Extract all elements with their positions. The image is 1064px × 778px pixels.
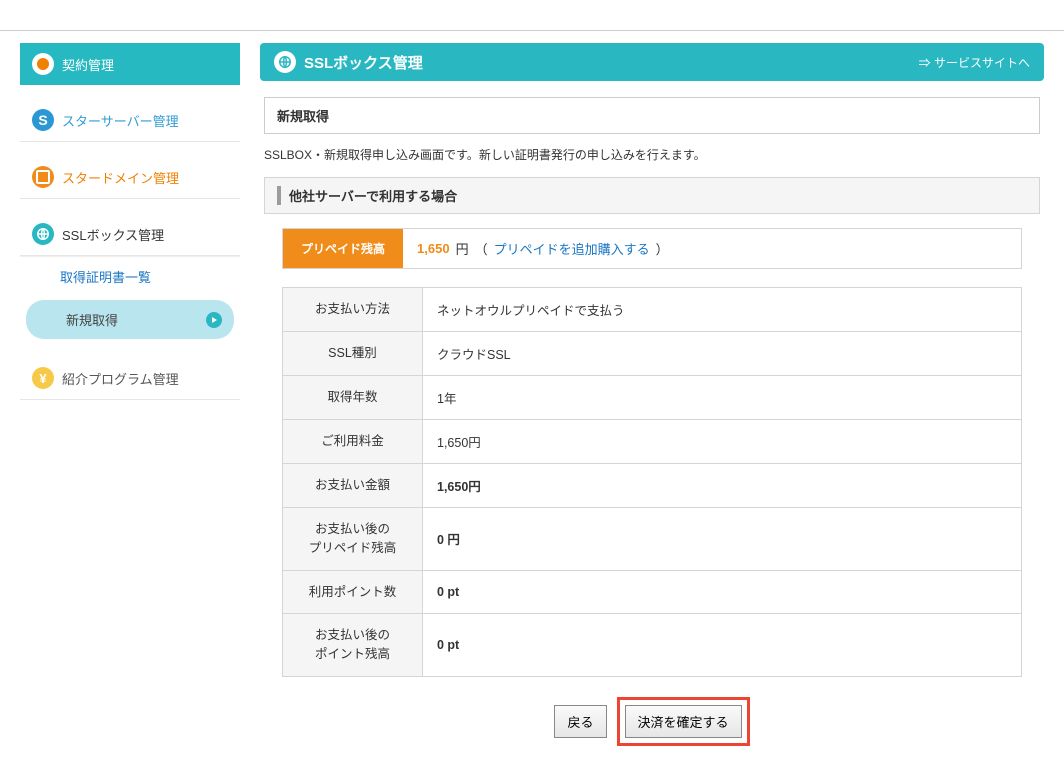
button-row: 戻る 決済を確定する [282, 697, 1022, 746]
paren-right: ） [656, 239, 669, 258]
td-ssl-type: クラウドSSL [423, 332, 1022, 376]
th-pay-amount: お支払い金額 [283, 464, 423, 508]
prepaid-balance-box: プリペイド残高 1,650 円 （ プリペイドを追加購入する ） [282, 228, 1022, 269]
th-after-points: お支払い後の ポイント残高 [283, 614, 423, 677]
sslbox-icon [32, 223, 54, 245]
table-row: お支払い方法 ネットオウルプリペイドで支払う [283, 288, 1022, 332]
content-box-title: 新規取得 [264, 97, 1040, 134]
td-pay-method: ネットオウルプリペイドで支払う [423, 288, 1022, 332]
td-after-points: 0 pt [423, 614, 1022, 677]
prepaid-amount: 1,650 [417, 241, 450, 256]
back-button[interactable]: 戻る [554, 705, 606, 738]
th-pay-method: お支払い方法 [283, 288, 423, 332]
sidebar-item-stardomain[interactable]: スタードメイン管理 [20, 156, 240, 199]
detail-table: お支払い方法 ネットオウルプリペイドで支払う SSL種別 クラウドSSL 取得年… [282, 287, 1022, 677]
paren-left: （ [475, 239, 488, 258]
contract-icon [32, 53, 54, 75]
td-after-prepaid: 0 円 [423, 508, 1022, 571]
sidebar-item-starserver[interactable]: S スターサーバー管理 [20, 99, 240, 142]
table-row: 取得年数 1年 [283, 376, 1022, 420]
table-row: お支払い金額 1,650円 [283, 464, 1022, 508]
sidebar-label: スターサーバー管理 [62, 111, 179, 130]
th-after-prepaid: お支払い後の プリペイド残高 [283, 508, 423, 571]
main-content: SSLボックス管理 ⇒ サービスサイトへ 新規取得 SSLBOX・新規取得申し込… [260, 43, 1044, 766]
table-row: お支払い後の ポイント残高 0 pt [283, 614, 1022, 677]
sidebar-item-referral[interactable]: 紹介プログラム管理 [20, 357, 240, 400]
sub-label: 新規取得 [66, 310, 118, 329]
table-row: お支払い後の プリペイド残高 0 円 [283, 508, 1022, 571]
sidebar-sub-cert-list[interactable]: 取得証明書一覧 [20, 256, 240, 296]
sidebar-label: スタードメイン管理 [62, 168, 179, 187]
table-row: ご利用料金 1,650円 [283, 420, 1022, 464]
section-title-bar: 他社サーバーで利用する場合 [264, 177, 1040, 214]
sidebar-subitems: 取得証明書一覧 新規取得 [20, 256, 240, 339]
description-text: SSLBOX・新規取得申し込み画面です。新しい証明書発行の申し込みを行えます。 [264, 146, 1040, 163]
table-row: SSL種別 クラウドSSL [283, 332, 1022, 376]
sidebar-item-contract[interactable]: 契約管理 [20, 43, 240, 85]
table-row: 利用ポイント数 0 pt [283, 570, 1022, 614]
service-site-link[interactable]: ⇒ サービスサイトへ [919, 54, 1030, 71]
prepaid-purchase-link[interactable]: プリペイドを追加購入する [494, 239, 650, 258]
page-title: SSLボックス管理 [304, 52, 423, 73]
th-use-points: 利用ポイント数 [283, 570, 423, 614]
th-ssl-type: SSL種別 [283, 332, 423, 376]
prepaid-label: プリペイド残高 [283, 229, 403, 268]
confirm-button[interactable]: 決済を確定する [625, 705, 742, 738]
td-fee: 1,650円 [423, 420, 1022, 464]
sidebar-label: 紹介プログラム管理 [62, 369, 179, 388]
confirm-highlight: 決済を確定する [617, 697, 750, 746]
td-years: 1年 [423, 376, 1022, 420]
section-title: 他社サーバーで利用する場合 [277, 186, 1027, 205]
starserver-icon: S [32, 109, 54, 131]
sub-label: 取得証明書一覧 [60, 267, 151, 286]
td-use-points: 0 pt [423, 570, 1022, 614]
td-pay-amount: 1,650円 [423, 464, 1022, 508]
sidebar-label: SSLボックス管理 [62, 225, 164, 244]
prepaid-unit: 円 [456, 239, 469, 258]
page-header: SSLボックス管理 ⇒ サービスサイトへ [260, 43, 1044, 81]
sidebar-sub-new[interactable]: 新規取得 [26, 300, 234, 339]
globe-icon [274, 51, 296, 73]
th-fee: ご利用料金 [283, 420, 423, 464]
arrow-right-icon [206, 312, 222, 328]
sidebar: 契約管理 S スターサーバー管理 スタードメイン管理 SSLボックス管理 取得証… [20, 43, 240, 766]
referral-icon [32, 367, 54, 389]
stardomain-icon [32, 166, 54, 188]
sidebar-label: 契約管理 [62, 55, 114, 74]
sidebar-item-sslbox[interactable]: SSLボックス管理 [20, 213, 240, 256]
th-years: 取得年数 [283, 376, 423, 420]
